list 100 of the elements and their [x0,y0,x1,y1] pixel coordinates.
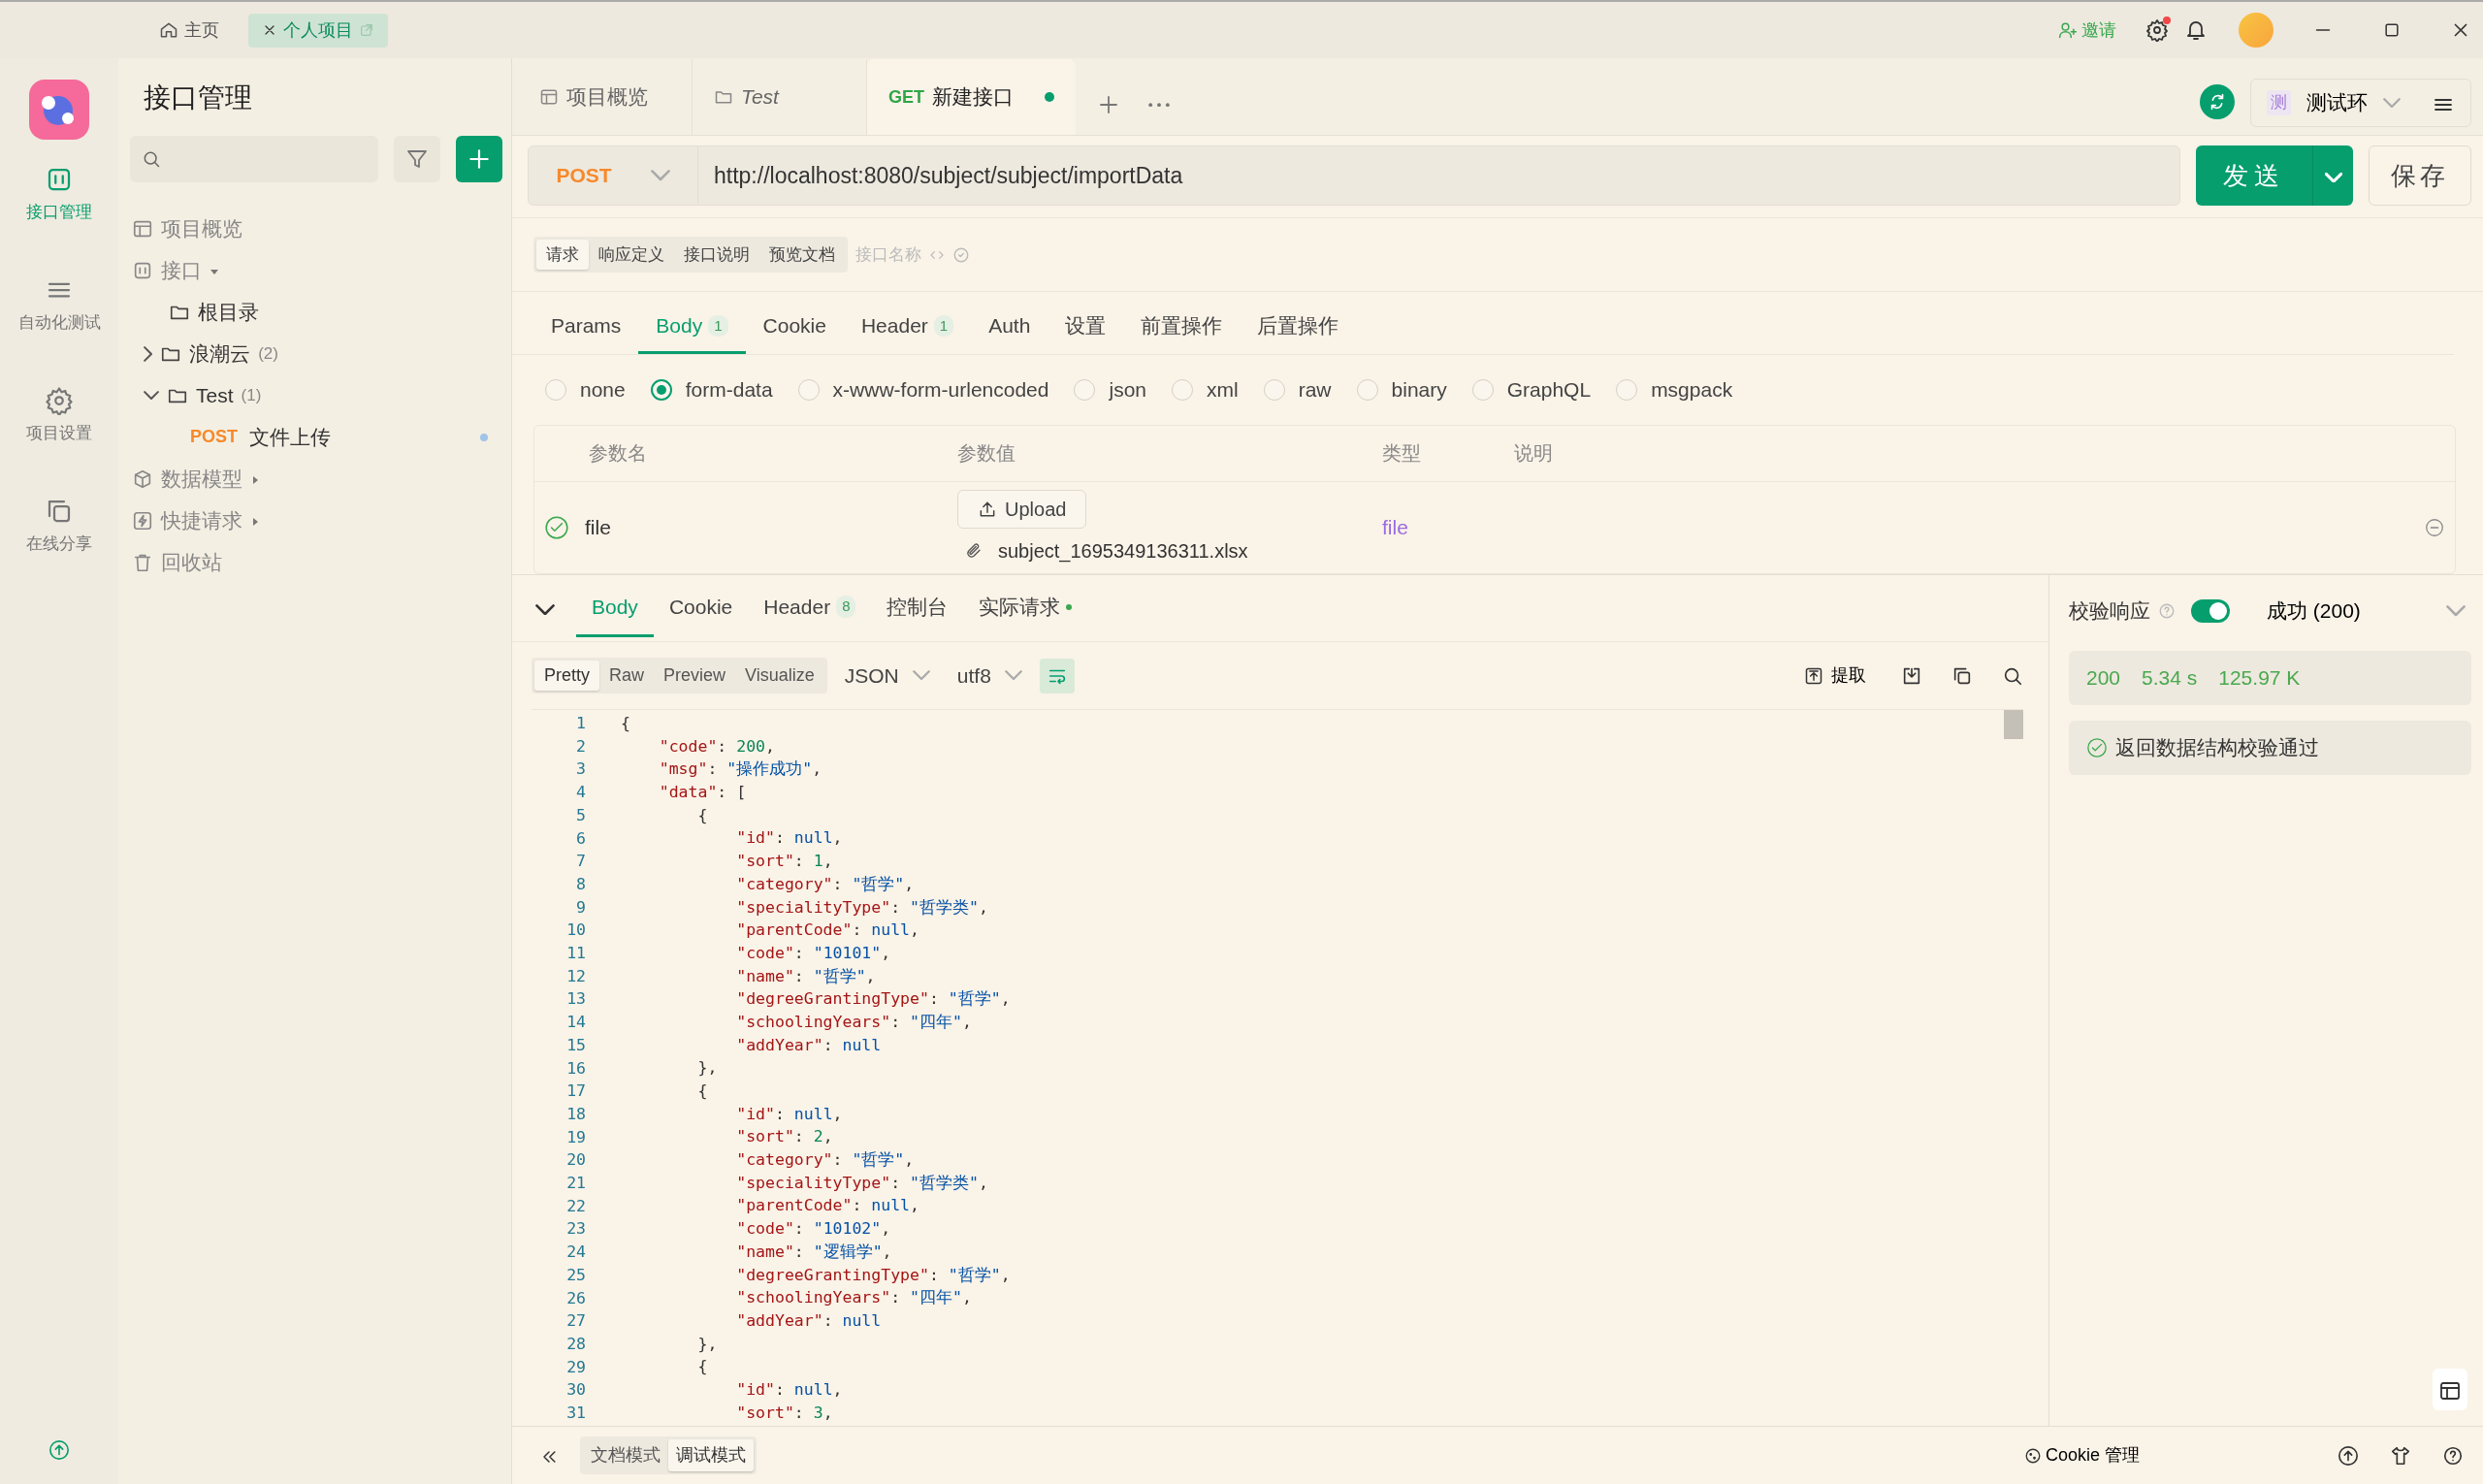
tree-item[interactable]: 浪潮云 (2) [132,333,496,374]
wrap-button[interactable] [1039,658,1075,694]
shirt-icon[interactable] [2390,1444,2411,1467]
response-size: 125.97 K [2218,665,2301,692]
request-tab[interactable]: Auth [971,300,1048,355]
format-select[interactable]: JSON [834,660,940,692]
chevron-down-icon [2446,605,2466,617]
line-number: 10 [565,919,586,942]
extract-button[interactable]: 提取 [1798,661,1872,690]
line-number: 13 [565,988,586,1011]
layout-button[interactable] [2433,1368,2467,1410]
code-line: "addYear": null [735,1034,883,1056]
request-tab[interactable]: Cookie [745,300,844,355]
line-number: 3 [575,758,586,781]
file-name[interactable]: subject_1695349136311.xlsx [998,536,1248,566]
view-tab[interactable]: Pretty [534,661,599,691]
document-tab[interactable]: 项目概览 [518,59,693,135]
body-type-radio[interactable]: GraphQL [1471,374,1592,405]
request-tab[interactable]: Params [533,300,639,355]
notification-icon[interactable] [2184,18,2208,42]
sync-button[interactable] [2200,84,2235,119]
code-line: "degreeGrantingType": "哲学", [735,1264,1012,1286]
line-number: 24 [565,1242,586,1264]
count-badge: 1 [708,314,728,337]
code-line: "msg": "操作成功", [658,758,823,781]
code-line: "category": "哲学", [735,1149,916,1172]
validate-label: 校验响应 [2069,598,2150,625]
caret-icon [250,475,260,486]
response-tab[interactable]: 控制台 [871,579,964,637]
line-number: 17 [565,1081,586,1103]
code-line: "name": "逻辑学", [735,1241,893,1263]
window-tab[interactable]: 主页 [145,13,233,48]
encoding-select[interactable]: utf8 [947,660,1032,692]
code-line: "id": null, [735,1378,844,1401]
remove-icon[interactable] [2424,517,2445,539]
response-tab[interactable]: Cookie [653,579,749,637]
response-tab[interactable]: 实际请求 [963,579,1088,637]
validate-toggle[interactable] [2191,599,2230,623]
body-type-radio[interactable]: msgpack [1616,374,1733,405]
count-badge: 8 [836,596,856,618]
request-tab[interactable]: Header 1 [843,300,972,355]
code-line: "data": [ [658,782,748,804]
line-number: 15 [565,1034,586,1056]
count-badge: 1 [933,314,954,337]
mode-tab[interactable]: 接口说明 [674,239,759,271]
code-line: "id": null, [735,1103,844,1125]
response-tab[interactable]: Header 8 [748,579,872,637]
document-tab[interactable]: GET 新建接口 [867,59,1076,135]
home-icon [159,20,178,40]
maximize-icon[interactable] [2382,20,2402,40]
rail-item[interactable]: 自动化测试 [0,275,118,386]
status-code: 200 [2086,665,2121,692]
save-button[interactable]: 保存 [2369,145,2471,206]
mode-toggle[interactable]: 调试模式 [668,1439,754,1471]
help-icon[interactable] [2442,1444,2464,1467]
mode-tab[interactable]: 请求 [536,239,589,271]
send-options-button[interactable] [2312,145,2353,206]
upload-icon[interactable] [2338,1444,2359,1467]
cookie-button[interactable]: Cookie 管理 [2017,1441,2145,1469]
filter-button[interactable] [394,136,440,182]
rail-item[interactable]: 在线分享 [0,497,118,607]
tree-item[interactable]: Test (1) [132,374,496,416]
scrollbar[interactable] [2004,710,2023,739]
view-tab[interactable]: Visualize [735,661,824,691]
body-type-radio[interactable]: x-www-form-urlencoded [797,374,1049,405]
url-bar[interactable]: POST http://localhost:8080/subject/subject/importData [528,145,2180,206]
enabled-check-icon[interactable] [544,515,569,541]
result-select[interactable]: 成功 (200) [2261,595,2471,628]
line-number: 7 [575,851,586,873]
tree-item[interactable]: POST 文件上传 [132,416,496,458]
body-type-radio[interactable]: xml [1172,374,1239,405]
line-number: 6 [575,827,586,850]
request-tab[interactable]: 后置操作 [1240,300,1357,355]
caret-icon [250,517,260,528]
body-type-radio[interactable]: binary [1356,374,1447,405]
line-number: 28 [565,1334,586,1355]
line-number: 19 [565,1126,586,1148]
body-type-radio[interactable]: raw [1263,374,1332,405]
app-logo [29,80,89,140]
quick-icon [132,509,153,532]
upgrade-icon[interactable] [48,1439,70,1461]
mode-tab[interactable]: 响应定义 [589,239,674,271]
view-tab[interactable]: Raw [599,661,655,691]
code-line: "name": "哲学", [735,965,877,987]
add-button[interactable] [456,136,502,182]
view-tab[interactable]: Preview [654,661,736,691]
body-type-radio[interactable]: form-data [650,374,773,405]
mode-toggle[interactable]: 文档模式 [583,1439,668,1471]
mode-tab[interactable]: 预览文档 [759,239,845,271]
body-type-radio[interactable]: json [1074,374,1146,405]
code-line: "addYear": null [735,1309,883,1332]
upload-button[interactable]: Upload [957,490,1087,530]
search-field[interactable] [130,136,378,182]
rail-item[interactable]: 项目设置 [0,386,118,497]
request-tab[interactable]: 设置 [1048,300,1124,355]
tree-item[interactable]: 根目录 [132,291,496,333]
body-type-radio[interactable]: none [545,374,626,405]
line-number: 8 [575,873,586,895]
request-tab[interactable]: 前置操作 [1123,300,1241,355]
settings-icon[interactable] [2145,18,2169,42]
